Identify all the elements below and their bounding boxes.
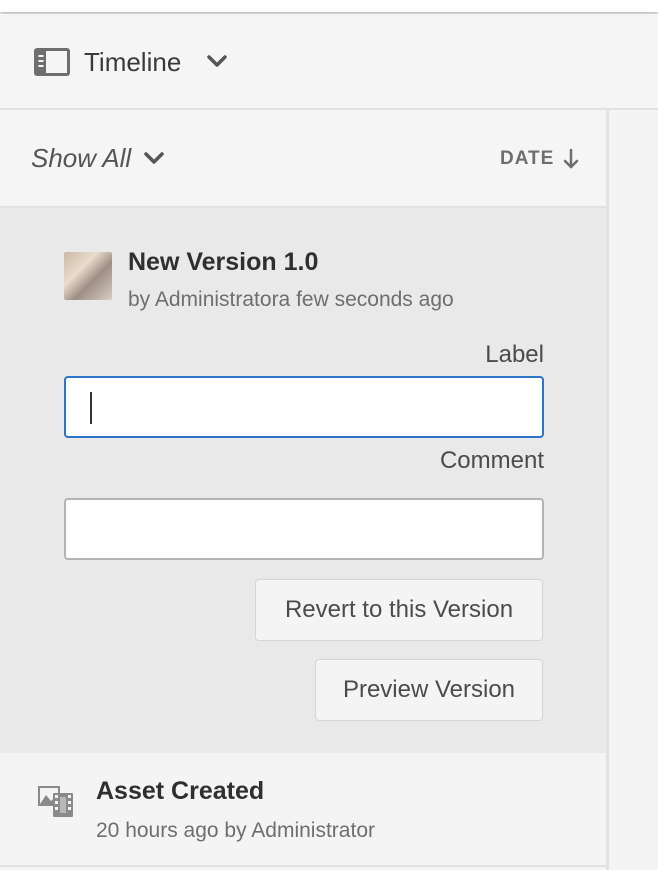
show-all-dropdown[interactable]: Show All xyxy=(31,143,131,174)
preview-version-button[interactable]: Preview Version xyxy=(315,659,543,721)
top-bar xyxy=(0,0,658,12)
asset-created-item[interactable]: Asset Created 20 hours ago by Administra… xyxy=(0,753,606,867)
rail-header: Timeline xyxy=(0,14,658,110)
revert-version-button[interactable]: Revert to this Version xyxy=(255,579,543,641)
right-gutter xyxy=(606,110,658,870)
rail-toggle-icon[interactable] xyxy=(34,48,70,81)
label-input[interactable] xyxy=(64,376,544,438)
filter-bar: Show All DATE xyxy=(0,110,606,208)
asset-meta: 20 hours ago by Administrator xyxy=(96,819,375,842)
chevron-down-icon[interactable] xyxy=(143,151,165,172)
text-caret xyxy=(90,392,92,424)
asset-title: Asset Created xyxy=(96,777,265,805)
chevron-down-icon[interactable] xyxy=(206,54,228,75)
asset-image-icon xyxy=(37,783,75,824)
sort-date-button[interactable]: DATE xyxy=(500,148,554,170)
version-item[interactable]: New Version 1.0 by Administratora few se… xyxy=(0,208,606,753)
rail-title[interactable]: Timeline xyxy=(84,47,181,78)
arrow-down-icon[interactable] xyxy=(563,148,579,175)
comment-input[interactable] xyxy=(64,498,544,560)
comment-caption: Comment xyxy=(439,447,544,474)
version-meta: by Administratora few seconds ago xyxy=(128,288,454,311)
version-thumbnail xyxy=(64,252,112,300)
label-caption: Label xyxy=(485,341,544,368)
version-title: New Version 1.0 xyxy=(128,248,319,276)
